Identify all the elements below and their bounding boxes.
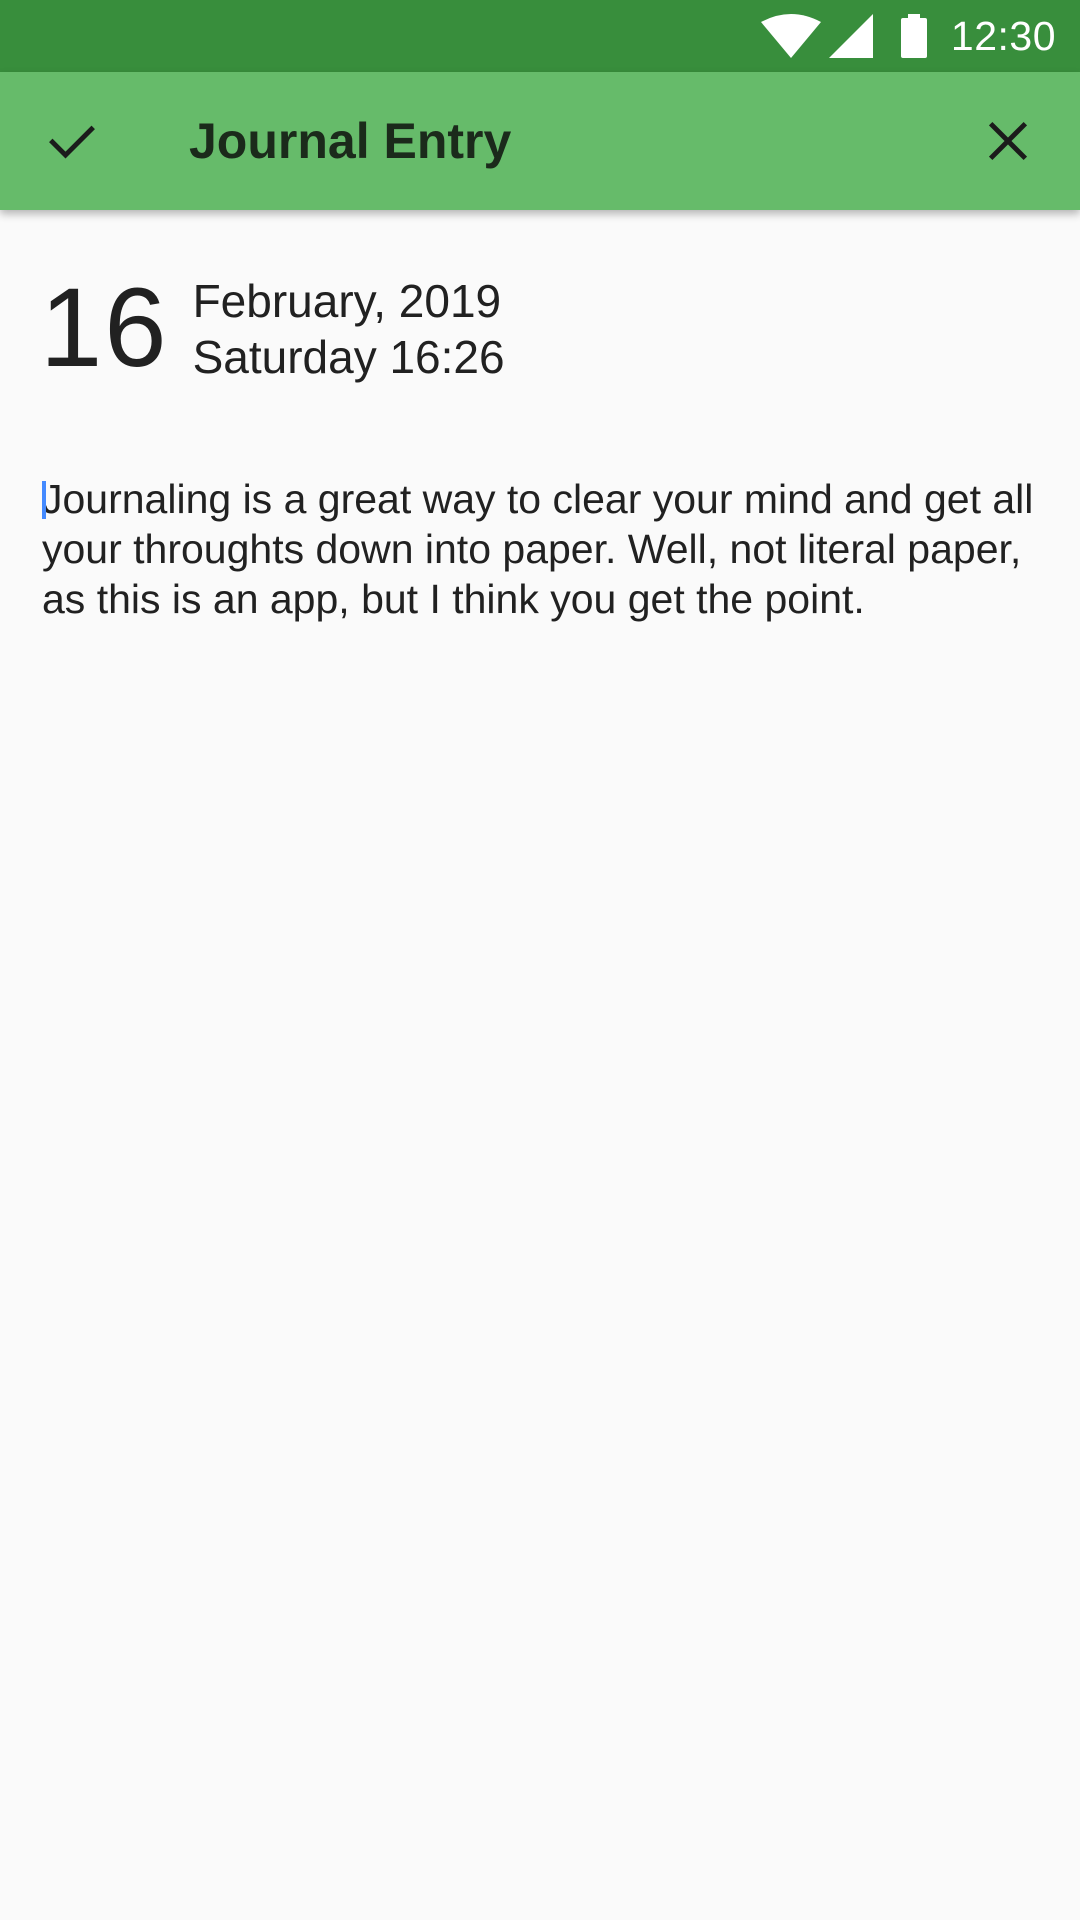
status-icons: 12:30 xyxy=(760,0,1080,72)
battery-icon xyxy=(900,14,927,58)
app-bar: Journal Entry xyxy=(0,72,1080,210)
text-cursor xyxy=(42,481,46,519)
wifi-icon xyxy=(760,14,821,58)
page-title: Journal Entry xyxy=(189,113,512,169)
entry-date-details: February, 2019 Saturday 16:26 xyxy=(193,271,505,385)
status-bar: 12:30 xyxy=(0,0,1080,72)
signal-icon xyxy=(828,14,873,58)
status-time: 12:30 xyxy=(950,12,1056,59)
save-entry-button[interactable] xyxy=(24,93,120,189)
entry-text-field[interactable]: Journaling is a great way to clear your … xyxy=(42,474,1042,624)
close-icon xyxy=(988,121,1028,161)
entry-weekday-time: Saturday 16:26 xyxy=(192,331,505,383)
entry-month-year: February, 2019 xyxy=(192,275,502,327)
checkmark-icon xyxy=(49,125,95,159)
entry-day: 16 xyxy=(40,265,169,390)
entry-date[interactable]: 16 February, 2019 Saturday 16:26 xyxy=(40,268,505,388)
close-button[interactable] xyxy=(960,93,1056,189)
